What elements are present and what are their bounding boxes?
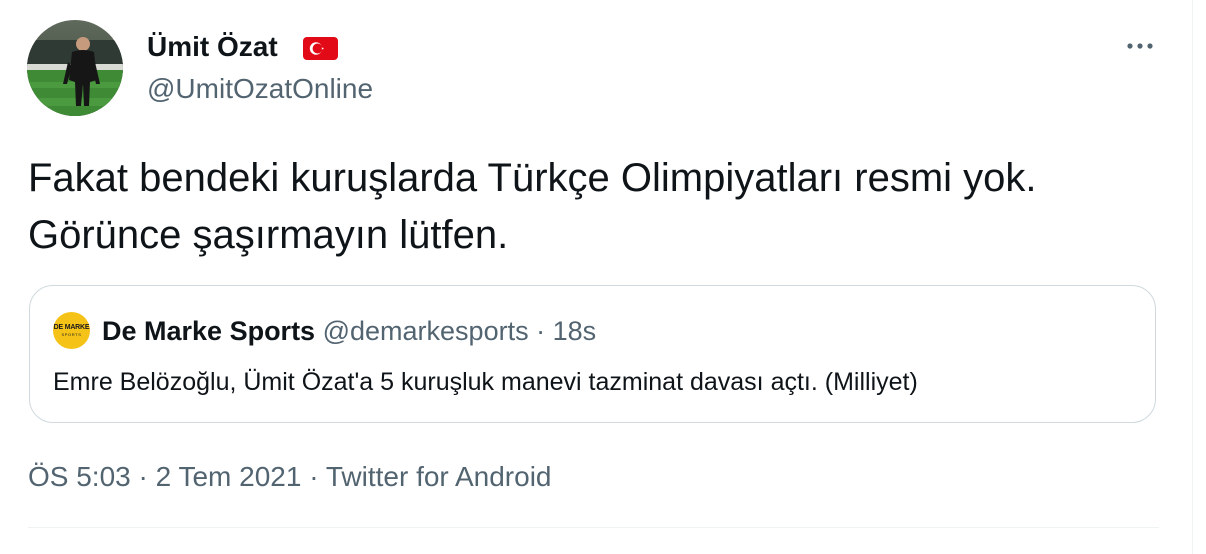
avatar-photo-icon [27, 20, 123, 116]
quoted-handle: @demarkesports [322, 316, 529, 346]
more-options-icon[interactable] [1122, 34, 1158, 58]
tweet-time[interactable]: ÖS 5:03 [28, 461, 131, 492]
author-avatar[interactable] [27, 20, 123, 116]
author-handle[interactable]: @UmitOzatOnline [147, 71, 373, 107]
tweet-metadata: ÖS 5:03 · 2 Tem 2021 · Twitter for Andro… [28, 459, 551, 495]
author-display-name[interactable]: Ümit Özat [147, 29, 278, 65]
quoted-time: 18s [552, 316, 597, 346]
quoted-avatar-logo-sub: SPORTS [61, 332, 82, 337]
quoted-separator: · [536, 316, 546, 346]
meta-separator: · [138, 461, 148, 492]
tweet-line: Görünce şaşırmayın lütfen. [28, 213, 509, 257]
quoted-header: De Marke Sports @demarkesports · 18s [102, 314, 596, 348]
turkey-flag-icon [303, 37, 338, 60]
quoted-avatar: DE MARKE SPORTS [53, 312, 90, 349]
quoted-tweet-card[interactable]: DE MARKE SPORTS De Marke Sports @demarke… [29, 285, 1156, 423]
column-divider [1192, 0, 1193, 554]
quoted-text: Emre Belözoğlu, Ümit Özat'a 5 kuruşluk m… [53, 368, 918, 396]
quoted-display-name: De Marke Sports [102, 316, 316, 346]
tweet-text: Fakat bendeki kuruşlarda Türkçe Olimpiya… [28, 150, 1178, 264]
tweet-date[interactable]: 2 Tem 2021 [156, 461, 302, 492]
tweet-line: Fakat bendeki kuruşlarda Türkçe Olimpiya… [28, 156, 1037, 200]
meta-separator: · [309, 461, 319, 492]
tweet-source[interactable]: Twitter for Android [326, 461, 552, 492]
divider [28, 527, 1159, 528]
quoted-avatar-logo: DE MARKE [53, 324, 90, 331]
